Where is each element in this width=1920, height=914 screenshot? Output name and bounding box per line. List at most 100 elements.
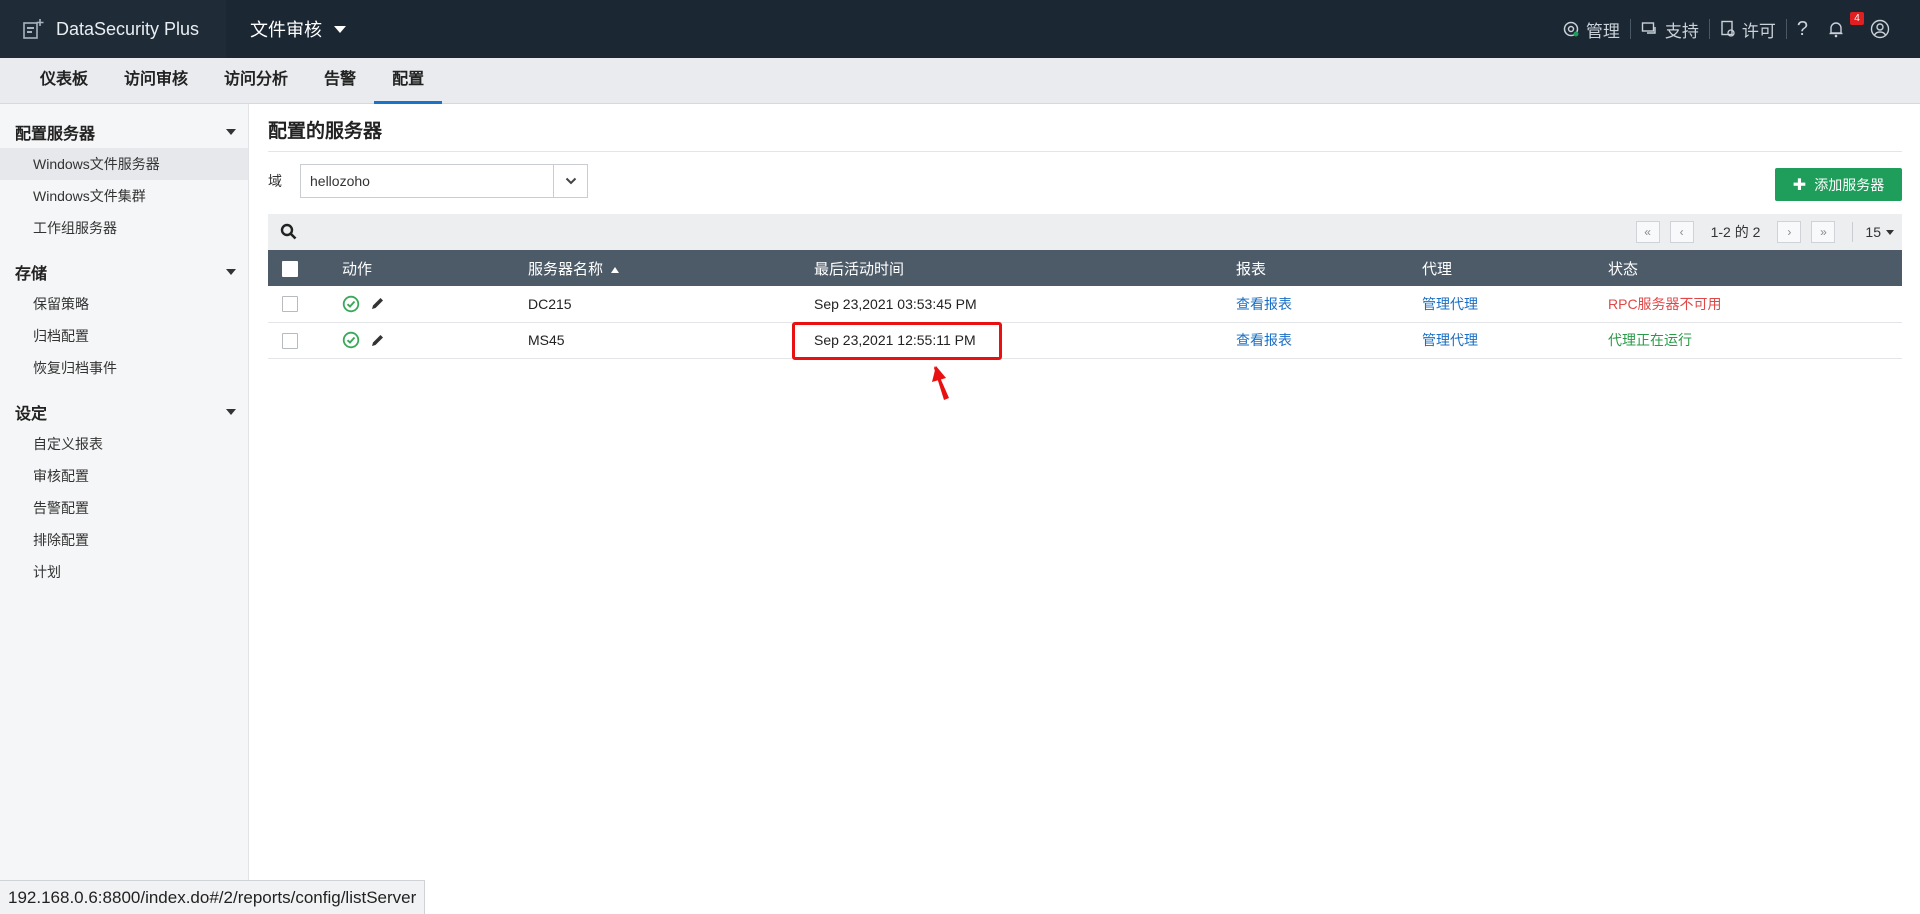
- row-select-cell: [268, 322, 342, 358]
- sidebar-item-schedule[interactable]: 计划: [0, 556, 248, 588]
- col-action: 动作: [342, 260, 373, 278]
- col-agent: 代理: [1422, 260, 1453, 278]
- prev-page-button[interactable]: ‹: [1669, 221, 1694, 243]
- caret-down-icon: [226, 129, 236, 135]
- row-checkbox[interactable]: [282, 332, 298, 349]
- top-right-menu: 管理 支持 许可 ? 4: [1552, 0, 1906, 58]
- sidebar-item-archive-config[interactable]: 归档配置: [0, 320, 248, 352]
- add-server-label: 添加服务器: [1814, 176, 1885, 193]
- page-title: 配置的服务器: [268, 104, 1902, 152]
- status-bar-url: 192.168.0.6:8800/index.do#/2/reports/con…: [0, 880, 426, 914]
- view-report-link[interactable]: 查看报表: [1236, 332, 1292, 348]
- pencil-icon: [372, 334, 383, 346]
- row-actions: [342, 286, 528, 322]
- view-report-link[interactable]: 查看报表: [1236, 296, 1292, 312]
- manage-agent-link[interactable]: 管理代理: [1422, 296, 1478, 312]
- admin-label: 管理: [1585, 21, 1620, 41]
- manage-agent-link[interactable]: 管理代理: [1422, 332, 1478, 348]
- sidebar-group-label: 存储: [15, 266, 48, 283]
- edit-button[interactable]: [370, 296, 385, 311]
- pagination: « ‹ 1-2 的 2 › » 15: [1631, 221, 1894, 243]
- sidebar-item-workgroup-server[interactable]: 工作组服务器: [0, 212, 248, 244]
- sidebar-group-settings[interactable]: 设定: [0, 396, 248, 428]
- table-row: DC215 Sep 23,2021 03:53:45 PM 查看报表 管理代理 …: [268, 286, 1902, 322]
- top-bar: DataSecurity Plus 文件审核 管理 支持 许可 ? 4: [0, 0, 1920, 58]
- table-toolbar: « ‹ 1-2 的 2 › » 15: [268, 214, 1902, 250]
- sidebar-group-configure-servers[interactable]: 配置服务器: [0, 116, 248, 148]
- sidebar-group-label: 配置服务器: [15, 126, 96, 143]
- last-page-button[interactable]: »: [1811, 221, 1836, 243]
- col-last-activity: 最后活动时间: [814, 260, 905, 278]
- notification-badge: 4: [1850, 12, 1864, 25]
- domain-label: 域: [268, 173, 282, 189]
- chat-icon: [1641, 22, 1656, 34]
- sidebar-item-audit-config[interactable]: 审核配置: [0, 460, 248, 492]
- plus-icon: ✚: [1792, 176, 1807, 194]
- domain-dropdown-button[interactable]: [553, 165, 587, 197]
- server-name: MS45: [528, 332, 565, 348]
- sidebar-item-alert-config[interactable]: 告警配置: [0, 492, 248, 524]
- license-link[interactable]: 许可: [1710, 17, 1786, 42]
- divider: [1852, 222, 1854, 242]
- last-activity-time: Sep 23,2021 12:55:11 PM: [814, 332, 976, 348]
- user-menu-button[interactable]: [1860, 19, 1906, 39]
- search-button[interactable]: [280, 223, 298, 241]
- brand-name: DataSecurity Plus: [56, 18, 200, 39]
- gear-icon: [1563, 21, 1579, 37]
- tab-access-audit[interactable]: 访问审核: [106, 58, 206, 104]
- status-text: 代理正在运行: [1608, 332, 1692, 348]
- sidebar-item-windows-file-cluster[interactable]: Windows文件集群: [0, 180, 248, 212]
- domain-filter: 域 hellozoho: [268, 164, 1902, 198]
- sidebar-item-exclusion-config[interactable]: 排除配置: [0, 524, 248, 556]
- col-report: 报表: [1236, 260, 1267, 278]
- sidebar-item-windows-file-server[interactable]: Windows文件服务器: [0, 148, 248, 180]
- row-actions: [342, 322, 528, 358]
- sort-asc-icon: [611, 266, 620, 273]
- datasecurity-logo-icon: [23, 19, 44, 39]
- add-server-button[interactable]: ✚ 添加服务器: [1775, 168, 1902, 201]
- select-all-checkbox[interactable]: [282, 260, 298, 277]
- first-page-button[interactable]: «: [1635, 221, 1660, 243]
- col-status: 状态: [1608, 260, 1639, 278]
- check-circle-icon: [342, 331, 360, 349]
- help-button[interactable]: ?: [1787, 18, 1818, 41]
- admin-link[interactable]: 管理: [1552, 17, 1630, 42]
- chevron-down-icon: [565, 177, 576, 185]
- page-info: 1-2 的 2: [1710, 224, 1761, 240]
- help-icon: ?: [1796, 17, 1808, 40]
- tab-dashboard[interactable]: 仪表板: [22, 58, 106, 104]
- brand[interactable]: DataSecurity Plus: [0, 0, 226, 58]
- row-select-cell: [268, 286, 342, 322]
- sidebar-group-label: 设定: [15, 406, 48, 423]
- main-nav: 仪表板 访问审核 访问分析 告警 配置: [0, 58, 1920, 104]
- sidebar-group-storage[interactable]: 存储: [0, 256, 248, 288]
- page-size-select[interactable]: 15: [1865, 224, 1894, 240]
- next-page-button[interactable]: ›: [1777, 221, 1802, 243]
- support-link[interactable]: 支持: [1631, 17, 1709, 42]
- col-server-name[interactable]: 服务器名称: [528, 250, 814, 286]
- edit-button[interactable]: [370, 333, 385, 348]
- tab-access-analysis[interactable]: 访问分析: [206, 58, 306, 104]
- license-label: 许可: [1741, 21, 1776, 41]
- table-header-row: 动作 服务器名称 最后活动时间 报表 代理 状态: [268, 250, 1902, 286]
- caret-down-icon: [226, 409, 236, 415]
- last-activity-time: Sep 23,2021 03:53:45 PM: [814, 295, 977, 312]
- tab-configuration[interactable]: 配置: [374, 58, 443, 104]
- module-switcher[interactable]: 文件审核: [250, 16, 346, 42]
- tab-alerts[interactable]: 告警: [306, 58, 374, 104]
- caret-down-icon: [1886, 229, 1894, 235]
- search-icon: [280, 223, 297, 240]
- sidebar-item-custom-reports[interactable]: 自定义报表: [0, 428, 248, 460]
- arrow-annotation-icon: [932, 366, 949, 400]
- row-checkbox[interactable]: [282, 296, 298, 313]
- table-row: MS45 Sep 23,2021 12:55:11 PM 查看报表 管理代理 代…: [268, 322, 1902, 358]
- domain-select[interactable]: hellozoho: [300, 164, 588, 198]
- enable-button[interactable]: [342, 295, 360, 313]
- sidebar-item-retention-policy[interactable]: 保留策略: [0, 288, 248, 320]
- sidebar: 配置服务器 Windows文件服务器 Windows文件集群 工作组服务器 存储…: [0, 104, 249, 914]
- domain-value: hellozoho: [310, 173, 370, 189]
- enable-button[interactable]: [342, 331, 360, 349]
- notifications-button[interactable]: 4: [1818, 12, 1864, 38]
- chevron-down-icon: [334, 25, 346, 33]
- sidebar-item-restore-archive[interactable]: 恢复归档事件: [0, 352, 248, 384]
